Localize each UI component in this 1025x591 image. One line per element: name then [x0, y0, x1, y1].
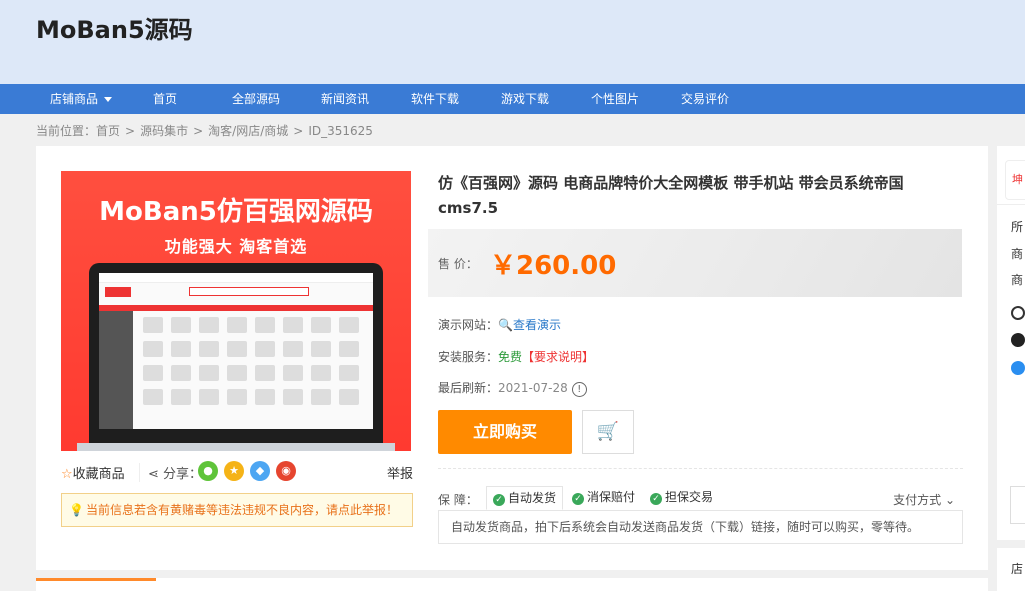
info-icon[interactable]: !	[571, 382, 587, 397]
check-icon: ✓	[650, 493, 662, 505]
share-label-wrap: ⋖ 分享：	[139, 463, 202, 482]
cart-icon: 🛒	[596, 421, 620, 442]
notice-text: 当前信息若含有黄赌毒等违法违规不良内容，请点此举报！	[86, 503, 399, 517]
breadcrumb-current: ID_351625	[308, 124, 373, 138]
nav-item-shop-products[interactable]: 店铺商品	[50, 84, 113, 114]
breadcrumb-sep: >	[293, 124, 304, 138]
breadcrumb-prefix: 当前位置：	[36, 124, 97, 138]
star-icon: ☆	[61, 467, 73, 482]
qq-icon[interactable]	[1011, 333, 1025, 347]
nav-item-images[interactable]: 个性图片	[591, 84, 639, 114]
main-nav: 店铺商品 首页 全部源码 新闻资讯 软件下载 游戏下载 个性图片 交易评价	[0, 84, 1025, 114]
nav-item-news[interactable]: 新闻资讯	[321, 84, 369, 114]
install-row: 安装服务：免费【要求说明】	[438, 348, 594, 365]
image-subtitle: 功能强大 淘客首选	[164, 237, 308, 256]
shop-side-panel-bottom: 店	[997, 548, 1025, 591]
price-label: 售 价：	[438, 257, 478, 271]
nav-label: 店铺商品	[50, 92, 99, 106]
divider	[438, 468, 963, 469]
site-header: MoBan5源码	[0, 0, 1025, 84]
price-value: ￥260.00	[490, 251, 617, 281]
install-value: 免费	[498, 350, 523, 364]
side-box	[1010, 486, 1025, 524]
price-box: 售 价： ￥260.00	[428, 229, 962, 297]
nav-item-games[interactable]: 游戏下载	[501, 84, 549, 114]
breadcrumb: 当前位置：首页 > 源码集市 > 淘客/网店/商城 > ID_351625	[36, 122, 373, 139]
tab-auto-delivery[interactable]: ✓ 自动发货	[486, 486, 564, 510]
report-notice[interactable]: 💡 当前信息若含有黄赌毒等违法违规不良内容，请点此举报！	[61, 493, 413, 527]
install-label: 安装服务：	[438, 350, 499, 364]
share-label: 分享：	[163, 467, 203, 482]
tab-protection[interactable]: ✓ 消保赔付	[566, 486, 641, 510]
laptop-mockup	[89, 263, 383, 443]
laptop-base	[77, 443, 395, 451]
demo-label: 演示网站：	[438, 318, 499, 332]
shop-info-line: 商	[1011, 247, 1024, 261]
qq-icon[interactable]: ◆	[250, 461, 270, 481]
check-icon: ✓	[493, 494, 505, 506]
shop-section-title: 店	[1011, 562, 1024, 576]
headset-icon[interactable]	[1011, 306, 1025, 320]
chevron-down-icon: ⌄	[941, 493, 955, 507]
product-image[interactable]: MoBan5仿百强网源码 功能强大 淘客首选	[61, 171, 411, 451]
breadcrumb-link[interactable]: 首页	[96, 124, 120, 138]
lightbulb-icon: 💡	[69, 503, 84, 517]
share-icon: ⋖	[148, 467, 164, 482]
report-link[interactable]: 举报	[387, 463, 413, 482]
refresh-date: 2021-07-28	[498, 381, 568, 395]
breadcrumb-sep: >	[193, 124, 204, 138]
nav-item-all-source[interactable]: 全部源码	[232, 84, 280, 114]
install-note-link[interactable]: 【要求说明】	[522, 350, 594, 364]
demo-link[interactable]: 🔍查看演示	[498, 318, 561, 332]
tab-escrow[interactable]: ✓ 担保交易	[644, 486, 719, 510]
breadcrumb-sep: >	[125, 124, 136, 138]
nav-item-reviews[interactable]: 交易评价	[681, 84, 729, 114]
refresh-row: 最后刷新：2021-07-28!	[438, 379, 587, 397]
qzone-icon[interactable]: ★	[224, 461, 244, 481]
refresh-label: 最后刷新：	[438, 381, 499, 395]
active-tab-indicator	[36, 578, 156, 581]
add-to-cart-button[interactable]: 🛒	[582, 410, 634, 454]
search-icon: 🔍	[498, 318, 513, 332]
wechat-icon[interactable]: ●	[198, 461, 218, 481]
nav-item-software[interactable]: 软件下载	[411, 84, 459, 114]
check-icon: ✓	[572, 493, 584, 505]
chat-icon[interactable]	[1011, 361, 1025, 375]
payment-methods-dropdown[interactable]: 支付方式 ⌄	[893, 491, 955, 508]
breadcrumb-link[interactable]: 淘客/网店/商城	[208, 124, 288, 138]
product-actions: ☆收藏商品 ⋖ 分享： ● ★ ◆ ◉ 举报	[61, 461, 413, 483]
buy-now-button[interactable]: 立即购买	[438, 410, 572, 454]
image-title: MoBan5仿百强网源码	[99, 197, 373, 227]
chevron-down-icon	[104, 97, 113, 102]
shop-side-panel: 坤 所 商 商	[997, 146, 1025, 540]
shop-logo[interactable]: 坤	[1005, 160, 1025, 200]
product-title: 仿《百强网》源码 电商品牌特价大全网模板 带手机站 带会员系统帝国cms7.5	[438, 174, 904, 217]
tabs-bar	[36, 578, 988, 591]
guarantee-description: 自动发货商品，拍下后系统会自动发送商品发货（下载）链接，随时可以购买，零等待。	[438, 510, 963, 544]
weibo-icon[interactable]: ◉	[276, 461, 296, 481]
breadcrumb-link[interactable]: 源码集市	[140, 124, 188, 138]
laptop-screen	[99, 273, 373, 429]
guarantee-bar: 保 障： ✓ 自动发货 ✓ 消保赔付 ✓ 担保交易 支付方式 ⌄	[438, 486, 963, 510]
demo-row: 演示网站：🔍查看演示	[438, 316, 561, 333]
site-title[interactable]: MoBan5源码	[36, 10, 193, 45]
shop-info-line: 商	[1011, 273, 1024, 287]
guarantee-label: 保 障：	[438, 493, 478, 507]
favorite-button[interactable]: ☆收藏商品	[61, 463, 125, 482]
shop-info-line: 所	[1011, 220, 1024, 234]
favorite-label: 收藏商品	[72, 467, 125, 482]
nav-item-home[interactable]: 首页	[153, 84, 177, 114]
